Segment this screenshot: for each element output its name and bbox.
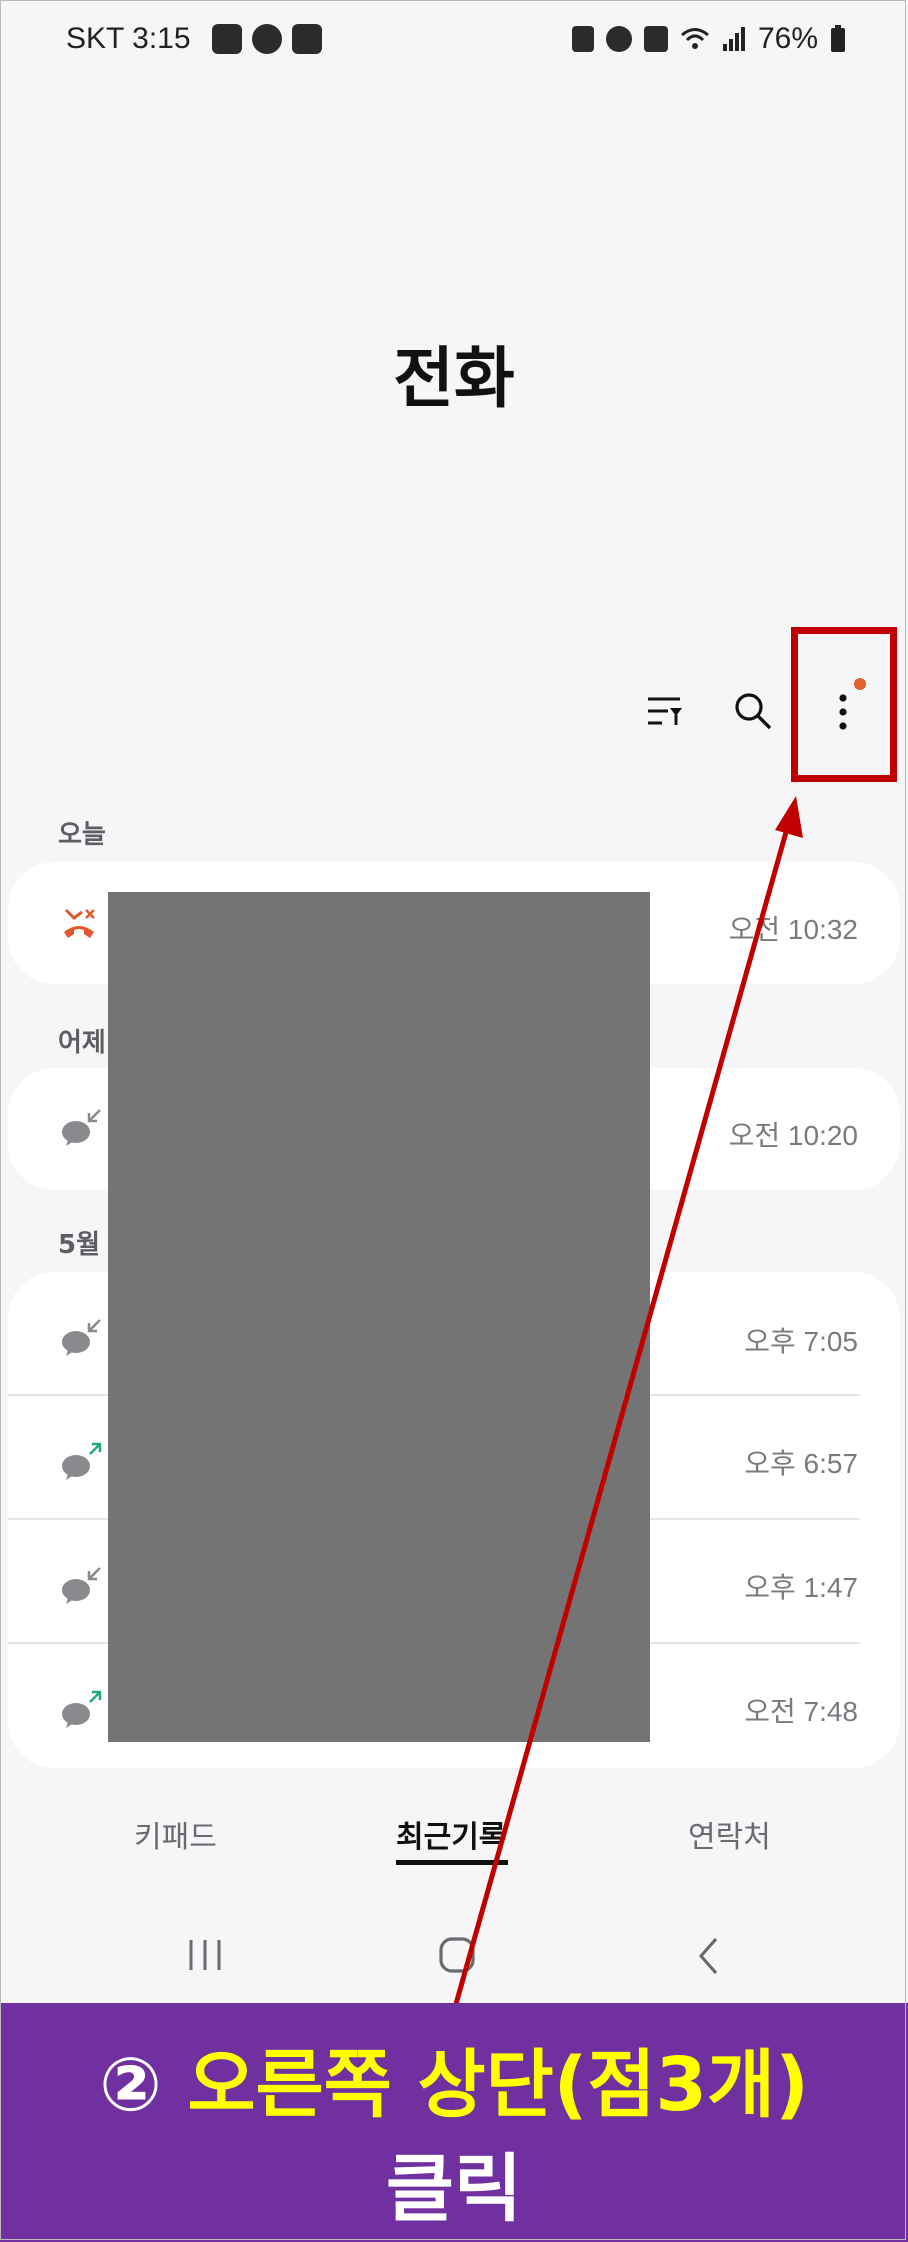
instruction-banner: ② 오른쪽 상단(점3개) 클릭 (0, 2003, 908, 2242)
annotation-arrow (453, 796, 803, 2005)
instruction-line-1: ② 오른쪽 상단(점3개) (0, 2025, 908, 2132)
step-number: ② (99, 2042, 162, 2128)
instruction-line-2: 클릭 (385, 2146, 523, 2232)
instruction-text-1: 오른쪽 상단(점3개) (187, 2042, 809, 2128)
